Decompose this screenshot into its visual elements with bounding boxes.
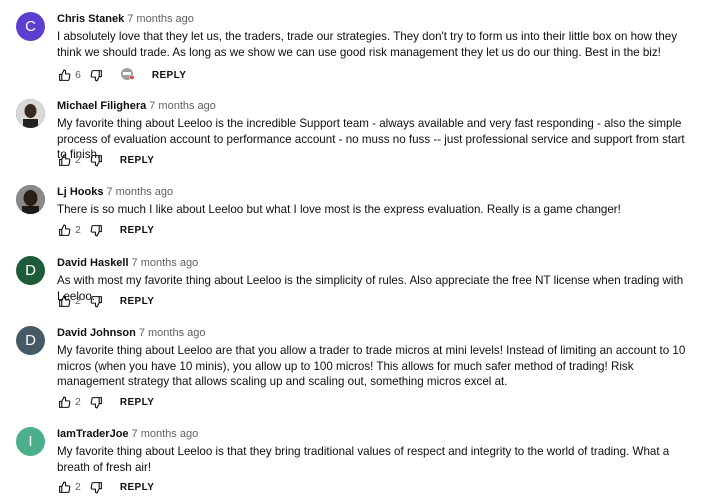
- comment-actions: 2 REPLY: [57, 294, 154, 308]
- comment-time[interactable]: 7 months ago: [149, 100, 216, 112]
- thumbs-up-icon[interactable]: [57, 153, 71, 167]
- like-count: 6: [75, 69, 81, 81]
- avatar[interactable]: [16, 99, 45, 128]
- thumbs-down-icon[interactable]: [90, 223, 104, 237]
- avatar[interactable]: C: [16, 12, 45, 41]
- thumbs-up-icon[interactable]: [57, 68, 71, 82]
- thumbs-down-icon[interactable]: [90, 153, 104, 167]
- thumbs-up-icon[interactable]: [57, 480, 71, 494]
- comment-text: There is so much I like about Leeloo but…: [57, 203, 621, 216]
- reply-button[interactable]: REPLY: [120, 225, 154, 236]
- comment-author[interactable]: IamTraderJoe: [57, 428, 129, 440]
- like-count: 2: [75, 481, 81, 493]
- comment-actions: 2 REPLY: [57, 153, 154, 167]
- comment-time[interactable]: 7 months ago: [132, 428, 199, 440]
- like-count: 2: [75, 295, 81, 307]
- reply-button[interactable]: REPLY: [120, 155, 154, 166]
- comment-actions: 2 REPLY: [57, 223, 154, 237]
- comment-text: I absolutely love that they let us, the …: [57, 30, 678, 59]
- comment-time[interactable]: 7 months ago: [139, 327, 206, 339]
- comment-actions: 2 REPLY: [57, 480, 154, 494]
- like-count: 2: [75, 154, 81, 166]
- thumbs-up-icon[interactable]: [57, 223, 71, 237]
- avatar[interactable]: D: [16, 256, 45, 285]
- comment-author[interactable]: David Johnson: [57, 327, 136, 339]
- thumbs-up-icon[interactable]: [57, 395, 71, 409]
- thumbs-down-icon[interactable]: [90, 480, 104, 494]
- thumbs-down-icon[interactable]: [90, 395, 104, 409]
- avatar[interactable]: I: [16, 427, 45, 456]
- comment-author[interactable]: Chris Stanek: [57, 13, 124, 25]
- comment-time[interactable]: 7 months ago: [132, 257, 199, 269]
- thumbs-up-icon[interactable]: [57, 294, 71, 308]
- reply-button[interactable]: REPLY: [152, 70, 186, 81]
- comment-actions: 2 REPLY: [57, 395, 154, 409]
- reply-button[interactable]: REPLY: [120, 397, 154, 408]
- comment-time[interactable]: 7 months ago: [127, 13, 194, 25]
- comment-text: My favorite thing about Leeloo are that …: [57, 344, 686, 388]
- creator-heart-icon: [120, 67, 136, 83]
- like-count: 2: [75, 224, 81, 236]
- avatar[interactable]: [16, 185, 45, 214]
- comment-author[interactable]: David Haskell: [57, 257, 129, 269]
- comment-author[interactable]: Lj Hooks: [57, 186, 103, 198]
- comment-author[interactable]: Michael Filighera: [57, 100, 146, 112]
- thumbs-down-icon[interactable]: [90, 294, 104, 308]
- comment-time[interactable]: 7 months ago: [106, 186, 173, 198]
- like-count: 2: [75, 396, 81, 408]
- comment-text: My favorite thing about Leeloo is that t…: [57, 445, 670, 474]
- avatar[interactable]: D: [16, 326, 45, 355]
- thumbs-down-icon[interactable]: [90, 68, 104, 82]
- comment-actions: 6 REPLY: [57, 68, 186, 82]
- reply-button[interactable]: REPLY: [120, 296, 154, 307]
- reply-button[interactable]: REPLY: [120, 482, 154, 493]
